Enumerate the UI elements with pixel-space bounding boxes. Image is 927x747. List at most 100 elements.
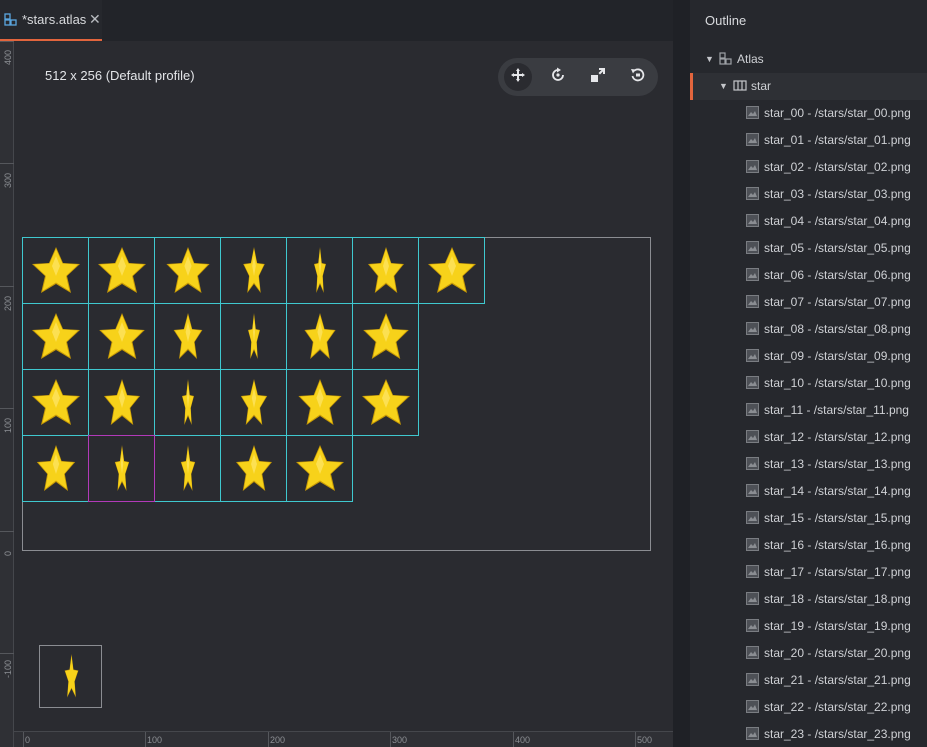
tree-node-image[interactable]: star_15 - /stars/star_15.png [690, 505, 927, 532]
tree-node-image[interactable]: star_22 - /stars/star_22.png [690, 694, 927, 721]
tree-label: star [751, 79, 772, 93]
ruler-tick: 500 [637, 735, 653, 745]
image-icon [746, 322, 759, 338]
tree-node-image[interactable]: star_06 - /stars/star_06.png [690, 262, 927, 289]
tree-node-image[interactable]: star_19 - /stars/star_19.png [690, 613, 927, 640]
tree-label: star_11 - /stars/star_11.png [764, 403, 909, 417]
tree-label: star_20 - /stars/star_20.png [764, 646, 911, 660]
ruler-tick: 200 [270, 735, 286, 745]
atlas-image-cell[interactable] [154, 369, 221, 436]
atlas-image-cell[interactable] [220, 237, 287, 304]
tree-node-image[interactable]: star_11 - /stars/star_11.png [690, 397, 927, 424]
tree-label: star_16 - /stars/star_16.png [764, 538, 911, 552]
panel-splitter[interactable] [673, 0, 690, 747]
tree-node-image[interactable]: star_14 - /stars/star_14.png [690, 478, 927, 505]
atlas-image-cell[interactable] [286, 237, 353, 304]
image-icon [746, 565, 759, 581]
rotate-tool-button[interactable] [544, 63, 572, 91]
tree-node-atlas[interactable]: ▼ Atlas [690, 46, 927, 73]
tree-node-image[interactable]: star_08 - /stars/star_08.png [690, 316, 927, 343]
atlas-image-cell[interactable] [154, 303, 221, 370]
image-icon [746, 484, 759, 500]
tree-label: star_02 - /stars/star_02.png [764, 160, 911, 174]
tree-label: star_06 - /stars/star_06.png [764, 268, 911, 282]
tree-node-image[interactable]: star_21 - /stars/star_21.png [690, 667, 927, 694]
tree-label: Atlas [737, 52, 764, 66]
expand-arrow-icon[interactable]: ▼ [719, 81, 728, 91]
star-sprite-icon [298, 379, 342, 425]
tree-node-image[interactable]: star_07 - /stars/star_07.png [690, 289, 927, 316]
ruler-tick: 0 [25, 735, 31, 745]
ruler-tick: 300 [3, 172, 13, 188]
image-icon [746, 133, 759, 149]
tree-node-image[interactable]: star_10 - /stars/star_10.png [690, 370, 927, 397]
atlas-image-cell[interactable] [22, 369, 89, 436]
tree-label: star_19 - /stars/star_19.png [764, 619, 911, 633]
tree-node-image[interactable]: star_17 - /stars/star_17.png [690, 559, 927, 586]
atlas-image-cell[interactable] [352, 303, 419, 370]
atlas-image-cell[interactable] [220, 369, 287, 436]
tab-title: *stars.atlas [22, 12, 87, 27]
tree-node-image[interactable]: star_12 - /stars/star_12.png [690, 424, 927, 451]
tree-node-image[interactable]: star_18 - /stars/star_18.png [690, 586, 927, 613]
atlas-image-cell[interactable] [220, 435, 287, 502]
star-sprite-icon [98, 247, 146, 293]
atlas-image-cell[interactable] [22, 303, 89, 370]
star-sprite-icon [173, 313, 203, 359]
expand-arrow-icon[interactable]: ▼ [705, 54, 714, 64]
atlas-image-cell[interactable] [154, 435, 221, 502]
ruler-tick: 100 [147, 735, 163, 745]
tree-node-image[interactable]: star_13 - /stars/star_13.png [690, 451, 927, 478]
tree-label: star_01 - /stars/star_01.png [764, 133, 911, 147]
tree-node-image[interactable]: star_05 - /stars/star_05.png [690, 235, 927, 262]
tree-node-image[interactable]: star_00 - /stars/star_00.png [690, 100, 927, 127]
star-sprite-icon [248, 313, 260, 359]
close-icon[interactable]: ✕ [89, 11, 101, 27]
move-tool-button[interactable] [504, 63, 532, 91]
tree-node-image[interactable]: star_01 - /stars/star_01.png [690, 127, 927, 154]
atlas-editor-canvas[interactable]: 400 300 200 100 0 -100 0 100 200 300 400… [0, 41, 673, 747]
atlas-image-cell[interactable] [418, 237, 485, 304]
image-icon [746, 511, 759, 527]
tree-node-image[interactable]: star_04 - /stars/star_04.png [690, 208, 927, 235]
atlas-image-cell[interactable] [88, 303, 155, 370]
star-sprite-icon [182, 379, 194, 425]
atlas-image-cell[interactable] [220, 303, 287, 370]
star-sprite-icon [32, 313, 80, 359]
vertical-ruler: 400 300 200 100 0 -100 [0, 41, 14, 747]
tree-label: star_21 - /stars/star_21.png [764, 673, 911, 687]
image-icon [746, 592, 759, 608]
tree-node-image[interactable]: star_02 - /stars/star_02.png [690, 154, 927, 181]
image-icon [746, 646, 759, 662]
image-icon [746, 349, 759, 365]
tree-label: star_17 - /stars/star_17.png [764, 565, 911, 579]
star-sprite-icon [32, 379, 80, 425]
star-sprite-icon [36, 445, 76, 491]
tree-node-star-animation[interactable]: ▼ star [690, 73, 927, 100]
atlas-image-cell[interactable] [88, 237, 155, 304]
atlas-image-cell[interactable] [352, 369, 419, 436]
atlas-image-cell[interactable] [22, 435, 89, 502]
atlas-image-cell[interactable] [352, 237, 419, 304]
tree-label: star_03 - /stars/star_03.png [764, 187, 911, 201]
atlas-image-cell[interactable] [88, 435, 155, 502]
reset-view-icon [630, 67, 646, 88]
tree-node-image[interactable]: star_16 - /stars/star_16.png [690, 532, 927, 559]
image-icon [746, 403, 759, 419]
star-sprite-icon [32, 247, 80, 293]
outline-title: Outline [705, 13, 747, 28]
atlas-image-cell[interactable] [88, 369, 155, 436]
scale-tool-button[interactable] [584, 63, 612, 91]
atlas-image-cell[interactable] [286, 369, 353, 436]
tree-node-image[interactable]: star_23 - /stars/star_23.png [690, 721, 927, 747]
atlas-image-cell[interactable] [286, 303, 353, 370]
atlas-image-cell[interactable] [154, 237, 221, 304]
atlas-image-cell[interactable] [286, 435, 353, 502]
tree-node-image[interactable]: star_20 - /stars/star_20.png [690, 640, 927, 667]
tab-stars-atlas[interactable]: *stars.atlas ✕ [0, 0, 102, 41]
tree-node-image[interactable]: star_03 - /stars/star_03.png [690, 181, 927, 208]
reset-view-tool-button[interactable] [624, 63, 652, 91]
tree-node-image[interactable]: star_09 - /stars/star_09.png [690, 343, 927, 370]
star-sprite-icon [362, 379, 410, 425]
atlas-image-cell[interactable] [22, 237, 89, 304]
